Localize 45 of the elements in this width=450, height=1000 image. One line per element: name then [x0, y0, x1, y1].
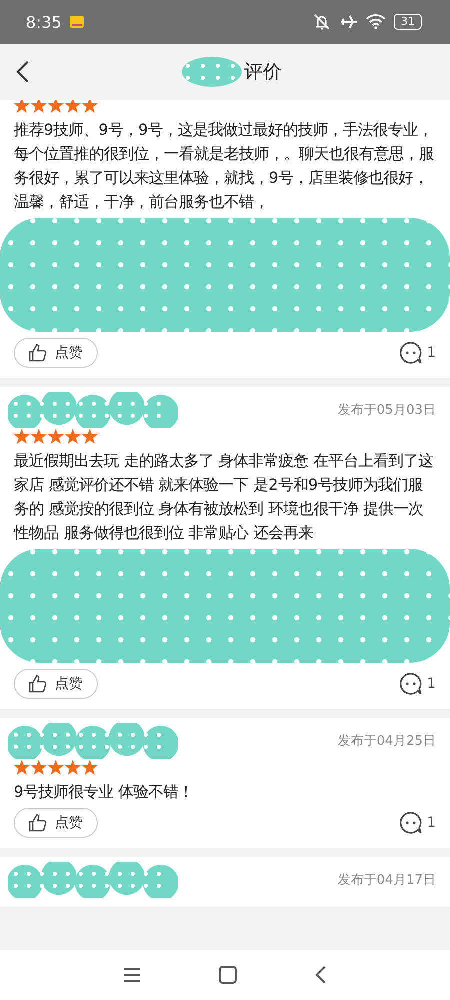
menu-icon[interactable] — [123, 967, 141, 983]
like-button[interactable]: 点赞 — [14, 808, 98, 838]
star-icon — [65, 429, 81, 444]
airplane-icon — [340, 13, 358, 31]
star-icon — [14, 100, 30, 113]
star-icon — [82, 429, 98, 444]
star-icon — [82, 760, 98, 775]
like-button[interactable]: 点赞 — [14, 338, 98, 368]
comment-icon[interactable] — [399, 811, 424, 835]
review-text: 最近假期出去玩 走的路太多了 身体非常疲惫 在平台上看到了这家店 感觉评价还不错 就来体验一下 是2号和9号技师为我们服务的 感觉按的很到位 身体有被放松到 环境也很干净 提供一次性物品 服务做得也很到位 非常贴心 还会再来 — [14, 451, 435, 544]
battery-level: 31 — [394, 14, 422, 30]
thumbs-up-icon — [29, 675, 47, 693]
comment-count: 1 — [427, 345, 436, 361]
comment-count: 1 — [427, 676, 436, 692]
star-icon — [48, 429, 64, 444]
review-date: 发布于04月25日 — [338, 733, 436, 750]
review-date: 发布于05月03日 — [338, 402, 436, 419]
star-icon — [48, 760, 64, 775]
star-icon — [65, 760, 81, 775]
star-icon — [14, 760, 30, 775]
back-icon[interactable] — [16, 60, 30, 84]
star-icon — [14, 429, 30, 444]
mute-icon — [312, 13, 332, 31]
review-text: 推荐9技师、9号，9号，这是我做过最好的技师，手法很专业，每个位置推的很到位，一看就是老技师，。聊天也很有意思，服务很好，累了可以来这里体验，就找，9号，店里装修也很好，温馨，舒适，干净，前台服务也不错， — [14, 120, 435, 213]
star-icon — [48, 100, 64, 113]
star-icon — [31, 429, 47, 444]
clock: 8:35 — [26, 12, 62, 32]
star-icon — [65, 100, 81, 113]
comment-icon[interactable] — [399, 672, 424, 696]
comment-count: 1 — [427, 815, 436, 831]
wifi-icon — [366, 14, 386, 30]
back-icon[interactable] — [315, 966, 327, 984]
redaction-mark — [182, 57, 242, 87]
thumbs-up-icon — [29, 814, 47, 832]
star-icon — [82, 100, 98, 113]
review-text: 9号技师很专业 体验不错！ — [14, 782, 195, 803]
app-notification-icon — [70, 16, 84, 28]
page-title: 评价 — [244, 60, 282, 85]
thumbs-up-icon — [29, 344, 47, 362]
like-button[interactable]: 点赞 — [14, 669, 98, 699]
home-icon[interactable] — [219, 966, 237, 984]
star-icon — [31, 760, 47, 775]
comment-icon[interactable] — [399, 341, 424, 365]
review-date: 发布于04月17日 — [338, 872, 436, 889]
star-icon — [31, 100, 47, 113]
